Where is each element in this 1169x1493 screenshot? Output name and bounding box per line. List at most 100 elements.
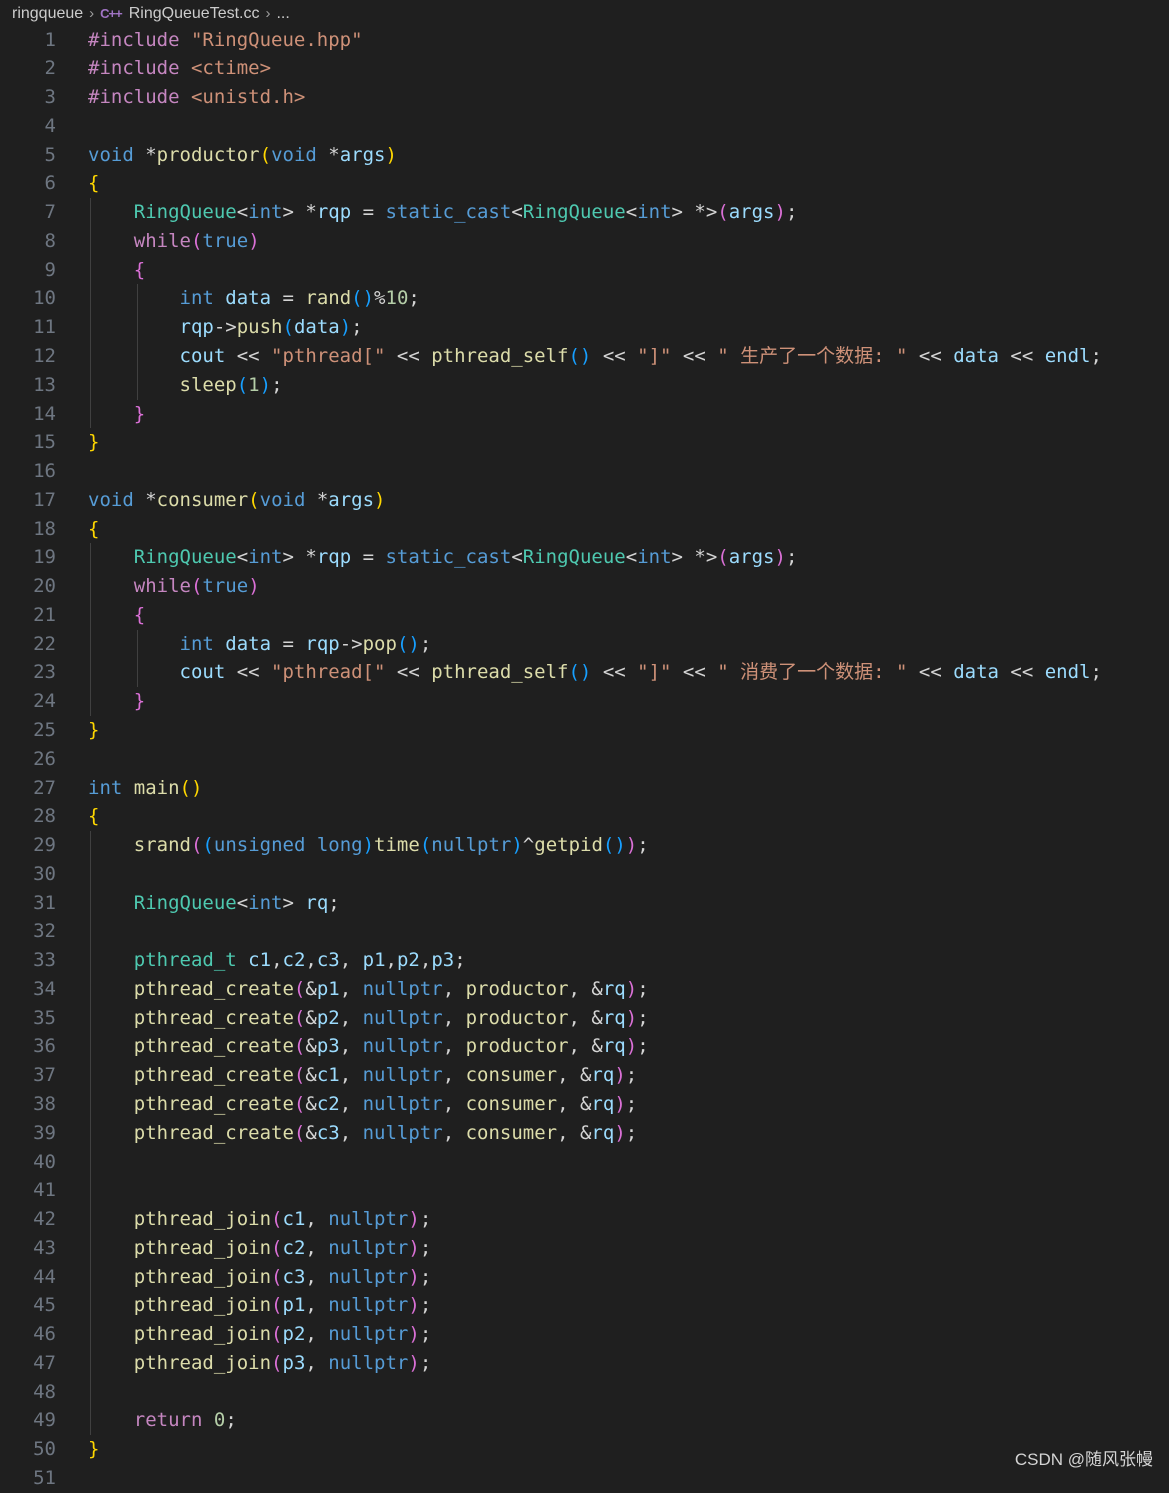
- code-line[interactable]: 34 pthread_create(&p1, nullptr, producto…: [0, 975, 1169, 1004]
- code-text: }: [88, 716, 99, 745]
- code-line[interactable]: 21 {: [0, 601, 1169, 630]
- code-token: pthread_create: [133, 977, 294, 1000]
- code-line[interactable]: 4: [0, 112, 1169, 141]
- code-token: ;: [328, 891, 340, 914]
- code-line[interactable]: 44 pthread_join(c3, nullptr);: [0, 1263, 1169, 1292]
- line-number: 5: [44, 143, 56, 166]
- code-token: pthread_create: [133, 1064, 294, 1087]
- code-line[interactable]: 17 void *consumer(void *args): [0, 486, 1169, 515]
- code-token: rq: [591, 1064, 615, 1087]
- code-token: c1: [282, 1208, 306, 1231]
- code-token: args: [328, 488, 375, 511]
- code-token: &: [305, 1064, 317, 1087]
- breadcrumb-folder[interactable]: ringqueue: [12, 5, 83, 23]
- code-line[interactable]: 42 pthread_join(c1, nullptr);: [0, 1205, 1169, 1234]
- code-token: nullptr: [328, 1208, 409, 1231]
- code-line[interactable]: 26: [0, 745, 1169, 774]
- code-token: ,: [305, 1208, 329, 1231]
- code-line[interactable]: 7 RingQueue<int> *rqp = static_cast<Ring…: [0, 198, 1169, 227]
- code-line[interactable]: 28 {: [0, 802, 1169, 831]
- code-line[interactable]: 25}: [0, 716, 1169, 745]
- code-token: ;: [419, 1208, 432, 1231]
- code-line[interactable]: 49 return 0;: [0, 1406, 1169, 1435]
- code-token: rqp: [179, 316, 214, 339]
- code-line[interactable]: 50}: [0, 1435, 1169, 1464]
- code-line[interactable]: 1 #include "RingQueue.hpp": [0, 26, 1169, 55]
- code-token: <unistd.h>: [190, 86, 306, 109]
- code-line[interactable]: 8 while(true): [0, 227, 1169, 256]
- code-line[interactable]: 11 rqp->push(data);: [0, 313, 1169, 342]
- code-token: ): [625, 1035, 638, 1058]
- code-line[interactable]: 5 void *productor(void *args): [0, 141, 1169, 170]
- code-line[interactable]: 13 sleep(1);: [0, 371, 1169, 400]
- code-line[interactable]: 12 cout << "pthread[" << pthread_self() …: [0, 342, 1169, 371]
- code-token: main: [133, 776, 180, 799]
- code-text: cout << "pthread[" << pthread_self() << …: [88, 342, 1102, 371]
- code-token: ): [774, 201, 786, 224]
- code-line[interactable]: 47 pthread_join(p3, nullptr);: [0, 1349, 1169, 1378]
- code-token: =: [351, 546, 386, 569]
- code-line[interactable]: 2 #include <ctime>: [0, 54, 1169, 83]
- code-line[interactable]: 16: [0, 457, 1169, 486]
- code-token: productor: [156, 143, 260, 166]
- code-line[interactable]: 29 srand((unsigned long)time(nullptr)^ge…: [0, 831, 1169, 860]
- code-line[interactable]: 23 cout << "pthread[" << pthread_self() …: [0, 658, 1169, 687]
- code-line[interactable]: 27 int main(): [0, 774, 1169, 803]
- code-token: RingQueue: [133, 201, 237, 224]
- code-token: ;: [419, 1294, 432, 1317]
- code-line[interactable]: 51: [0, 1464, 1169, 1493]
- code-token: <<: [385, 344, 432, 367]
- code-line[interactable]: 40: [0, 1148, 1169, 1177]
- code-token: {: [88, 805, 100, 828]
- breadcrumb-file[interactable]: RingQueueTest.cc: [129, 5, 260, 23]
- code-token: int: [248, 546, 283, 569]
- code-line[interactable]: 22 int data = rqp->pop();: [0, 630, 1169, 659]
- code-token: <: [236, 201, 249, 224]
- code-line[interactable]: 43 pthread_join(c2, nullptr);: [0, 1234, 1169, 1263]
- code-token: ,: [305, 1323, 329, 1346]
- code-editor[interactable]: 1 #include "RingQueue.hpp" 2 #include <ctim…: [0, 26, 1169, 1490]
- code-token: {: [88, 517, 100, 540]
- code-token: ,: [339, 977, 363, 1000]
- code-text: while(true): [88, 572, 260, 601]
- line-number: 20: [33, 575, 56, 598]
- code-line[interactable]: 24 }: [0, 687, 1169, 716]
- code-line[interactable]: 37 pthread_create(&c1, nullptr, consumer…: [0, 1061, 1169, 1090]
- code-line[interactable]: 6{: [0, 169, 1169, 198]
- code-line[interactable]: 45 pthread_join(p1, nullptr);: [0, 1291, 1169, 1320]
- code-line[interactable]: 10 int data = rand()%10;: [0, 284, 1169, 313]
- code-line[interactable]: 9 {: [0, 256, 1169, 285]
- code-line[interactable]: 14 }: [0, 400, 1169, 429]
- code-line[interactable]: 36 pthread_create(&p3, nullptr, producto…: [0, 1032, 1169, 1061]
- code-line[interactable]: 48: [0, 1378, 1169, 1407]
- code-line[interactable]: 38 pthread_create(&c2, nullptr, consumer…: [0, 1090, 1169, 1119]
- code-token: ): [362, 834, 375, 857]
- code-text: rqp->push(data);: [88, 313, 363, 342]
- code-line[interactable]: 35 pthread_create(&p2, nullptr, producto…: [0, 1004, 1169, 1033]
- code-token: ,: [339, 1006, 363, 1029]
- code-line[interactable]: 3 #include <unistd.h>: [0, 83, 1169, 112]
- code-line[interactable]: 18 {: [0, 515, 1169, 544]
- code-line[interactable]: 33 pthread_t c1,c2,c3, p1,p2,p3;: [0, 946, 1169, 975]
- code-line[interactable]: 15}: [0, 428, 1169, 457]
- code-token: int: [248, 201, 283, 224]
- code-text: pthread_join(p1, nullptr);: [88, 1291, 432, 1320]
- code-token: ): [625, 834, 638, 857]
- code-token: ,: [305, 1294, 329, 1317]
- code-line[interactable]: 46 pthread_join(p2, nullptr);: [0, 1320, 1169, 1349]
- code-text: pthread_t c1,c2,c3, p1,p2,p3;: [88, 946, 466, 975]
- code-line[interactable]: 39 pthread_create(&c3, nullptr, consumer…: [0, 1119, 1169, 1148]
- code-token: ): [408, 1351, 420, 1374]
- code-line[interactable]: 32: [0, 917, 1169, 946]
- line-number: 19: [33, 546, 56, 569]
- code-line[interactable]: 30: [0, 860, 1169, 889]
- code-token: nullptr: [328, 1236, 409, 1259]
- code-token: ,: [339, 1064, 363, 1087]
- breadcrumb-ellipsis[interactable]: ...: [276, 5, 289, 23]
- code-line[interactable]: 31 RingQueue<int> rq;: [0, 889, 1169, 918]
- code-line[interactable]: 20 while(true): [0, 572, 1169, 601]
- code-line[interactable]: 41: [0, 1176, 1169, 1205]
- code-line[interactable]: 19 RingQueue<int> *rqp = static_cast<Rin…: [0, 543, 1169, 572]
